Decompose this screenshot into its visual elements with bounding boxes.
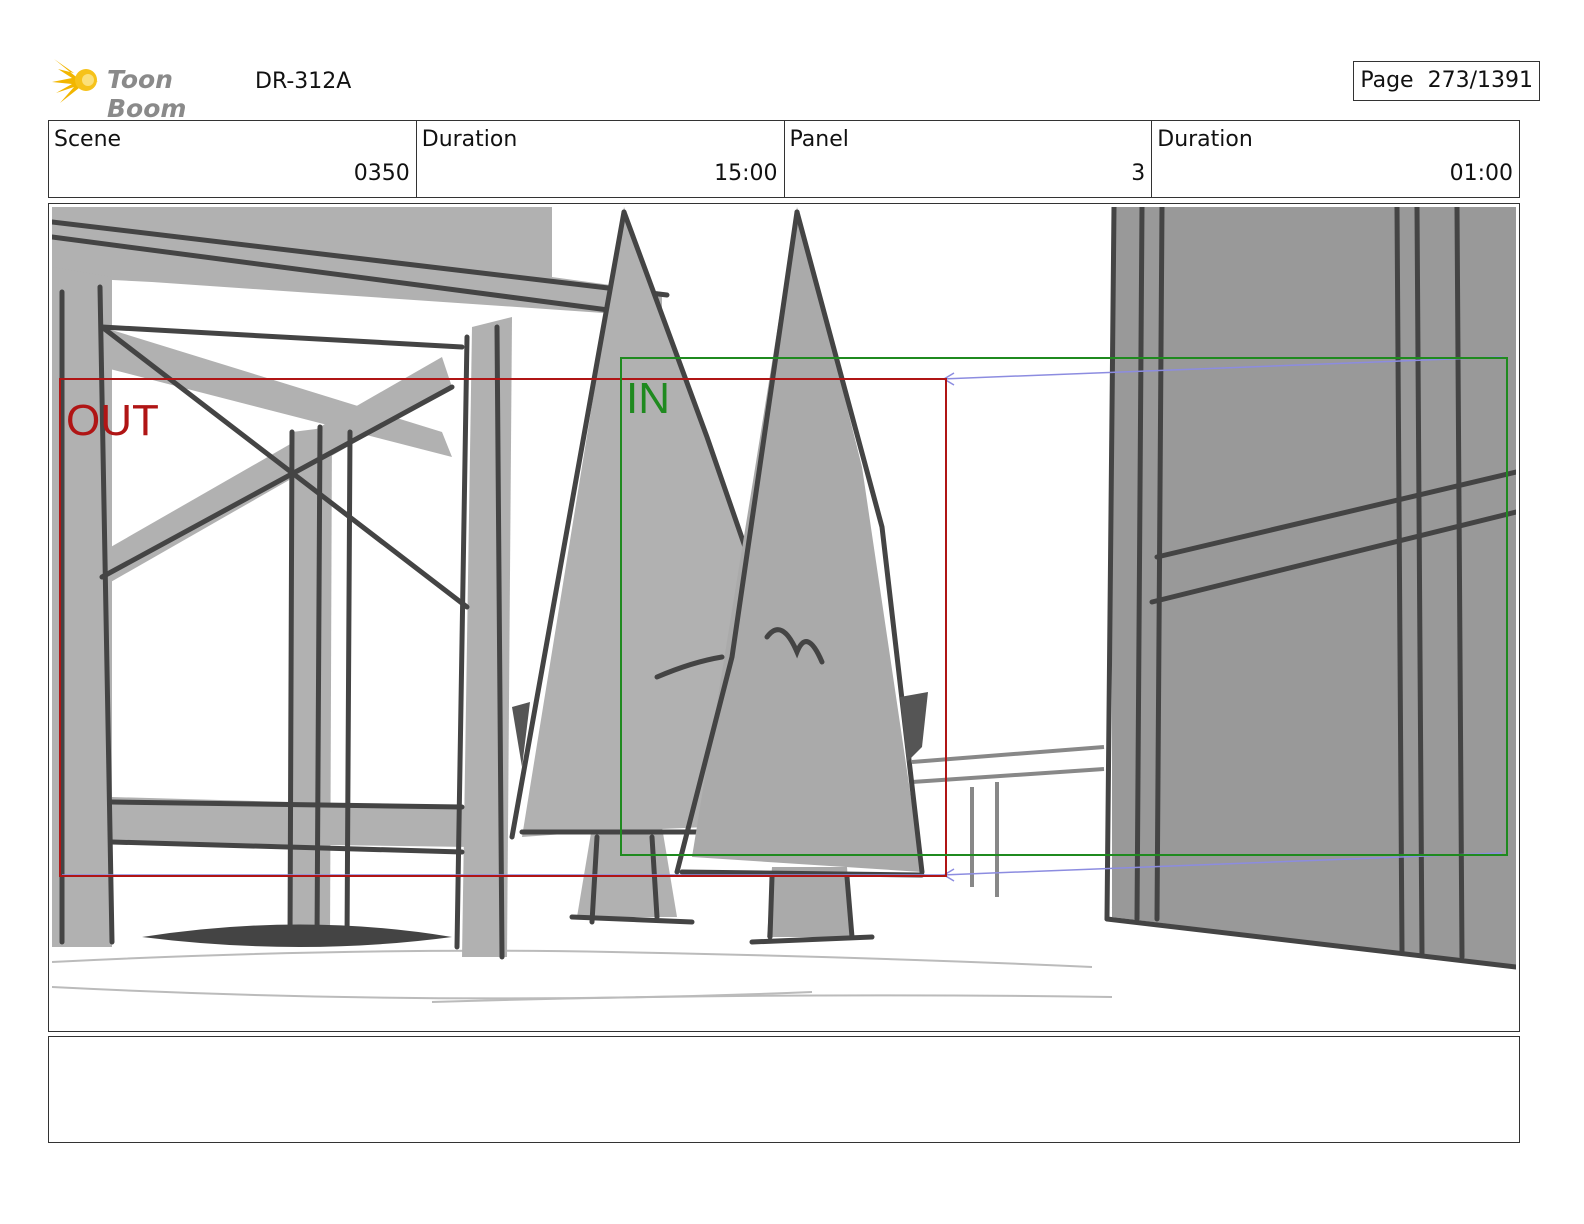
panel-duration-value: 01:00 [1449, 161, 1513, 186]
scene-duration-label: Duration [421, 127, 518, 152]
production-id: DR-312A [255, 69, 352, 94]
storyboard-frame: OUT IN [48, 203, 1520, 1032]
toon-boom-logo: Toon Boom [52, 55, 252, 123]
scene-value: 0350 [353, 161, 410, 186]
panel-cell: Panel 3 [785, 121, 1153, 197]
page-header: Toon Boom DR-312A Page 273/1391 [50, 55, 1540, 123]
in-label: IN [626, 374, 670, 423]
scene-label: Scene [54, 127, 122, 152]
panel-duration-cell: Duration 01:00 [1152, 121, 1519, 197]
panel-label: Panel [789, 127, 849, 152]
page-label: Page [1360, 68, 1414, 93]
page-value: 273/1391 [1427, 68, 1533, 93]
logo-text: Toon Boom [107, 65, 187, 123]
scene-duration-value: 15:00 [714, 161, 778, 186]
starburst-icon [52, 59, 98, 103]
page-counter: Page 273/1391 [1353, 61, 1540, 101]
panel-info-table: Scene 0350 Duration 15:00 Panel 3 Durati… [48, 120, 1520, 198]
scene-cell: Scene 0350 [49, 121, 417, 197]
panel-duration-label: Duration [1157, 127, 1253, 152]
scene-duration-cell: Duration 15:00 [417, 121, 785, 197]
panel-notes [48, 1036, 1520, 1143]
out-label: OUT [66, 396, 159, 445]
panel-value: 3 [1131, 161, 1146, 186]
panel-sketch: OUT IN [52, 207, 1516, 1028]
